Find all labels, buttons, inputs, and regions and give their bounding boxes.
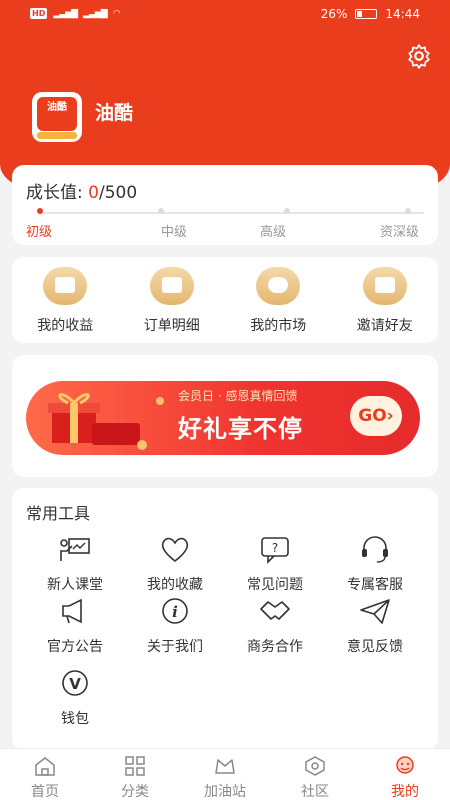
classroom-icon xyxy=(60,538,90,561)
tool-label: 新人课堂 xyxy=(47,577,103,593)
level-dot xyxy=(284,208,290,214)
wallet-button[interactable]: V 钱包 xyxy=(25,668,125,728)
info-icon: i xyxy=(162,598,188,624)
tab-gas-station[interactable]: 加油站 xyxy=(180,749,270,800)
paper-plane-icon xyxy=(360,599,390,624)
go-button[interactable]: GO› xyxy=(350,396,402,436)
tab-home[interactable]: 首页 xyxy=(0,749,90,800)
megaphone-icon xyxy=(62,598,82,624)
tab-mine[interactable]: 我的 xyxy=(360,749,450,800)
level-senior: 高级 xyxy=(260,225,287,240)
grid-icon xyxy=(125,756,145,776)
avatar-strip xyxy=(37,132,77,139)
newbie-class-button[interactable]: 新人课堂 xyxy=(25,534,125,594)
wallet-v-icon: V xyxy=(62,670,88,696)
hd-badge: HD xyxy=(30,8,48,19)
tab-label: 加油站 xyxy=(204,784,246,800)
level-junior: 初级 xyxy=(26,225,53,240)
growth-current: 0 xyxy=(88,183,99,203)
tool-label: 常见问题 xyxy=(247,577,303,593)
quick-label: 我的市场 xyxy=(250,318,307,334)
tool-label: 钱包 xyxy=(61,711,89,727)
tab-label: 社区 xyxy=(301,784,329,800)
level-middle: 中级 xyxy=(161,225,188,240)
order-details-button[interactable]: 订单明细 xyxy=(122,267,222,343)
business-cooperation-button[interactable]: 商务合作 xyxy=(225,596,325,656)
wallet-icon xyxy=(43,267,88,305)
level-expert: 资深级 xyxy=(380,225,420,240)
tools-title: 常用工具 xyxy=(26,504,91,523)
promo-card: 会员日 · 感恩真情回馈 好礼享不停 GO› xyxy=(12,355,438,477)
growth-label: 成长值: xyxy=(26,183,89,203)
community-icon xyxy=(305,756,325,776)
tab-category[interactable]: 分类 xyxy=(90,749,180,800)
signal-icon: ▂▃▅▇ xyxy=(53,8,78,19)
battery-percent: 26% xyxy=(320,7,348,21)
battery-icon xyxy=(355,9,378,19)
tool-label: 官方公告 xyxy=(47,639,103,655)
level-dot xyxy=(405,208,411,214)
headset-icon xyxy=(362,536,388,563)
handshake-icon xyxy=(260,601,290,620)
status-bar: HD ▂▃▅▇ ▂▃▅▇ ◠ 26% 14:44 xyxy=(0,0,450,30)
bottom-tab-bar: 首页 分类 加油站 社区 我的 xyxy=(0,748,450,800)
gift-icon xyxy=(362,267,407,305)
feedback-button[interactable]: 意见反馈 xyxy=(325,596,425,656)
signal-icon: ▂▃▅▇ xyxy=(83,8,108,19)
faq-button[interactable]: ? 常见问题 xyxy=(225,534,325,594)
level-dot xyxy=(158,208,164,214)
growth-value: 成长值: 0/500 xyxy=(26,178,137,203)
clock: 14:44 xyxy=(385,7,420,21)
invite-friends-button[interactable]: 邀请好友 xyxy=(335,267,435,343)
customer-service-button[interactable]: 专属客服 xyxy=(325,534,425,594)
my-market-button[interactable]: 我的市场 xyxy=(228,267,328,343)
gear-icon[interactable] xyxy=(406,43,432,69)
svg-text:V: V xyxy=(69,675,81,693)
growth-card[interactable]: 成长值: 0/500 初级 中级 高级 资深级 xyxy=(12,165,438,245)
svg-text:?: ? xyxy=(272,541,278,555)
tool-label: 我的收藏 xyxy=(147,577,203,593)
home-icon xyxy=(35,757,55,776)
growth-max: /500 xyxy=(98,183,138,203)
tab-community[interactable]: 社区 xyxy=(270,749,360,800)
about-us-button[interactable]: i 关于我们 xyxy=(125,596,225,656)
gift-box-icon xyxy=(48,393,164,450)
avatar[interactable]: 油酷 xyxy=(32,92,82,142)
quick-label: 订单明细 xyxy=(143,318,200,334)
station-icon xyxy=(215,759,235,774)
profile-header: HD ▂▃▅▇ ▂▃▅▇ ◠ 26% 14:44 油酷 油酷 xyxy=(0,0,450,190)
announcements-button[interactable]: 官方公告 xyxy=(25,596,125,656)
quick-actions: 我的收益 订单明细 我的市场 邀请好友 xyxy=(12,257,438,343)
quick-label: 邀请好友 xyxy=(356,318,413,334)
tab-label: 我的 xyxy=(391,784,419,800)
tab-label: 分类 xyxy=(121,784,149,800)
tab-label: 首页 xyxy=(31,784,59,800)
tools-card: 常用工具 新人课堂 我的收藏 ? 常见问题 专属客服 官方公告 i 关于我们 商… xyxy=(12,488,438,750)
profile-icon xyxy=(396,756,414,774)
level-dot-active xyxy=(37,208,43,214)
wifi-icon: ◠ xyxy=(112,8,121,19)
tool-label: 专属客服 xyxy=(347,577,403,593)
avatar-logo-text: 油酷 xyxy=(37,97,77,131)
order-icon xyxy=(149,267,194,305)
faq-icon: ? xyxy=(261,537,289,564)
growth-track xyxy=(40,212,424,214)
promo-headline: 好礼享不停 xyxy=(178,415,303,443)
username[interactable]: 油酷 xyxy=(95,98,133,125)
heart-icon xyxy=(161,537,189,563)
tool-label: 意见反馈 xyxy=(347,639,403,655)
tool-label: 关于我们 xyxy=(147,639,203,655)
promo-banner[interactable]: 会员日 · 感恩真情回馈 好礼享不停 GO› xyxy=(26,381,420,455)
quick-label: 我的收益 xyxy=(37,318,94,334)
svg-text:i: i xyxy=(172,603,178,621)
my-earnings-button[interactable]: 我的收益 xyxy=(15,267,115,343)
tool-label: 商务合作 xyxy=(247,639,303,655)
promo-title: 会员日 · 感恩真情回馈 xyxy=(178,389,298,403)
my-favorites-button[interactable]: 我的收藏 xyxy=(125,534,225,594)
market-icon xyxy=(256,267,301,305)
